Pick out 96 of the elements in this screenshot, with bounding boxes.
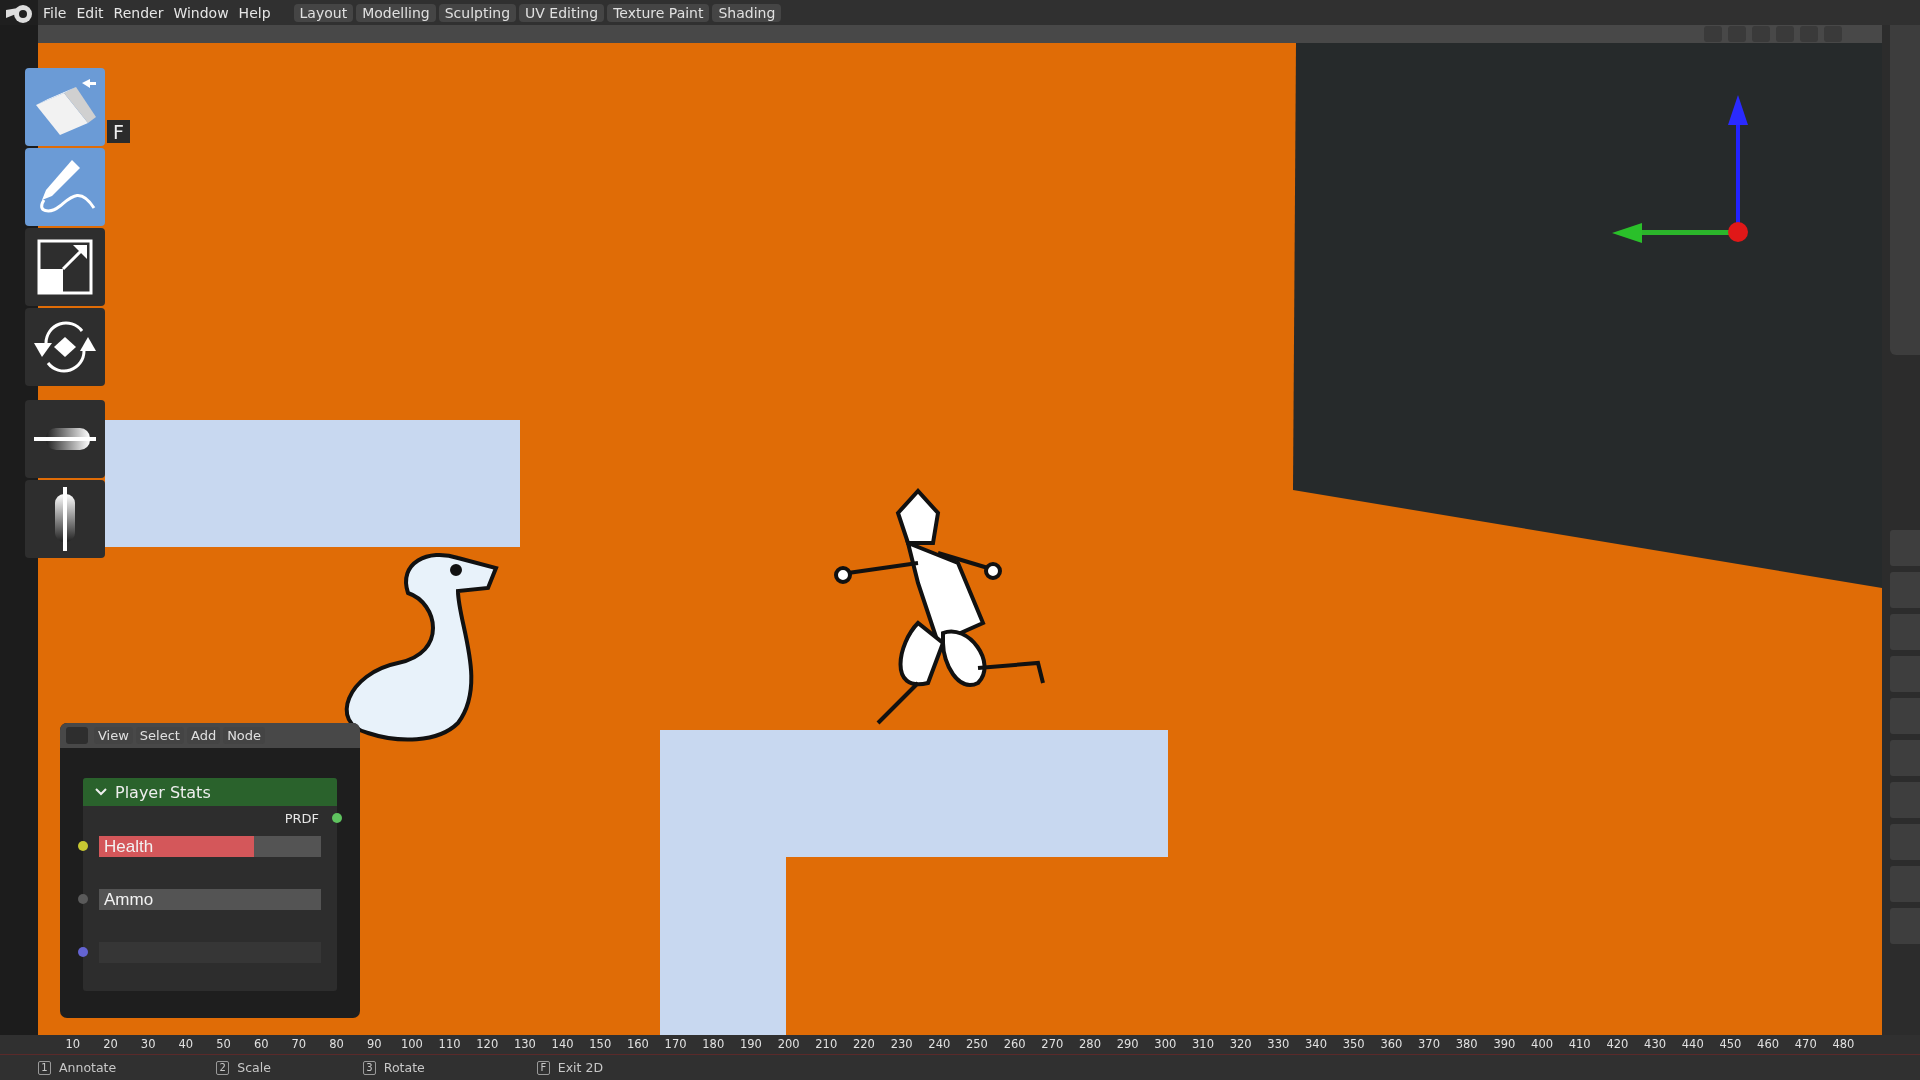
ruler-label: 230 — [889, 1036, 914, 1053]
ruler-label: 450 — [1718, 1036, 1743, 1053]
tool-button[interactable] — [25, 480, 105, 558]
ruler-label: 90 — [365, 1036, 383, 1053]
status-hint: Scale — [237, 1060, 271, 1075]
header-button[interactable] — [1800, 26, 1818, 42]
header-button[interactable] — [1704, 26, 1722, 42]
ruler-label: 20 — [102, 1036, 119, 1053]
menu-item[interactable]: Help — [233, 4, 276, 21]
menu-item[interactable]: Select — [135, 727, 184, 744]
ruler-label: 380 — [1454, 1036, 1479, 1053]
rotate-icon — [32, 319, 98, 375]
socket-dot[interactable] — [78, 841, 88, 851]
ruler-label: 140 — [550, 1036, 575, 1053]
key-hint: 3 — [362, 1060, 376, 1075]
input-field[interactable]: Ammo — [99, 889, 321, 910]
ruler-label: 210 — [814, 1036, 839, 1053]
ruler-label: 60 — [252, 1036, 270, 1053]
menu-item[interactable]: View — [94, 727, 133, 744]
ruler-label: 350 — [1341, 1036, 1366, 1053]
header-button[interactable] — [1824, 26, 1842, 42]
tool-button[interactable] — [25, 400, 105, 478]
status-hint: Rotate — [383, 1060, 425, 1075]
ruler-label: 300 — [1153, 1036, 1178, 1053]
workspace-tab[interactable]: UV Editing — [519, 3, 605, 22]
editor-type-button[interactable] — [66, 727, 88, 744]
ruler-label: 290 — [1115, 1036, 1140, 1053]
ruler-label: 200 — [776, 1036, 801, 1053]
ruler-label: 170 — [663, 1036, 688, 1053]
ruler-label: 130 — [512, 1036, 537, 1053]
ruler-label: 310 — [1191, 1036, 1215, 1053]
ruler-label: 470 — [1793, 1036, 1818, 1053]
vertical-slider-icon — [52, 486, 78, 552]
ruler-label: 80 — [328, 1036, 345, 1053]
tool-button[interactable] — [25, 228, 105, 306]
workspace-tab[interactable]: Texture Paint — [607, 3, 710, 22]
scale-icon — [37, 239, 93, 295]
ruler-label: 120 — [475, 1036, 500, 1053]
status-hint: Exit 2D — [557, 1060, 603, 1075]
ruler-label: 50 — [215, 1036, 232, 1053]
ruler-label: 270 — [1040, 1036, 1065, 1053]
ruler-label: 360 — [1379, 1036, 1404, 1053]
ruler-label: 460 — [1756, 1036, 1781, 1053]
workspace-tab[interactable]: Sculpting — [438, 3, 517, 22]
header-button[interactable] — [1752, 26, 1770, 42]
ruler-label: 370 — [1417, 1036, 1441, 1053]
key-hint: F — [536, 1060, 550, 1075]
ruler-label: 410 — [1567, 1036, 1592, 1053]
key-hint: 1 — [38, 1060, 51, 1075]
chevron-down-icon[interactable] — [95, 788, 107, 796]
workspace-tab[interactable]: Layout — [293, 3, 354, 22]
ruler-label: 340 — [1304, 1036, 1328, 1053]
ruler-label: 180 — [701, 1036, 726, 1053]
ruler-label: 250 — [965, 1036, 989, 1053]
ruler-label: 430 — [1643, 1036, 1668, 1053]
ruler-label: 480 — [1831, 1036, 1856, 1053]
value-slider[interactable]: Health — [99, 836, 321, 857]
menu-item[interactable]: Edit — [71, 4, 109, 21]
ruler-label: 110 — [437, 1036, 462, 1053]
ruler-label: 280 — [1078, 1036, 1102, 1053]
node-title: Player Stats — [115, 782, 211, 802]
socket-dot[interactable] — [78, 894, 88, 904]
menu-item[interactable]: Node — [223, 727, 266, 744]
shortcut-key: F — [107, 120, 130, 143]
ruler-label: 440 — [1680, 1036, 1705, 1053]
ruler-label: 160 — [625, 1036, 650, 1053]
ruler-label: 240 — [927, 1036, 952, 1053]
status-hint: Annotate — [59, 1060, 117, 1075]
ruler-label: 390 — [1492, 1036, 1517, 1053]
header-button[interactable] — [1728, 26, 1746, 42]
ruler-label: 190 — [738, 1036, 763, 1053]
socket-dot[interactable] — [332, 813, 342, 823]
ruler-label: 400 — [1530, 1036, 1554, 1053]
ruler-label: 100 — [399, 1036, 424, 1053]
horizontal-slider-icon — [32, 426, 98, 452]
menu-item[interactable]: Add — [186, 727, 221, 744]
tool-button[interactable] — [25, 308, 105, 386]
ruler-label: 330 — [1266, 1036, 1291, 1053]
menu-item[interactable]: Window — [168, 4, 234, 21]
key-hint: 2 — [216, 1060, 230, 1075]
ruler-label: 220 — [851, 1036, 876, 1053]
ruler-label: 420 — [1605, 1036, 1630, 1053]
ruler-label: 320 — [1228, 1036, 1253, 1053]
header-button[interactable] — [1776, 26, 1794, 42]
menu-item[interactable]: File — [38, 4, 72, 21]
ruler-label: 260 — [1002, 1036, 1027, 1053]
menu-item[interactable]: Render — [108, 4, 169, 21]
output-label: PRDF — [284, 810, 319, 826]
ruler-label: 40 — [177, 1036, 195, 1053]
workspace-tab[interactable]: Shading — [712, 3, 782, 22]
workspace-tab[interactable]: Modelling — [356, 3, 436, 22]
ruler-label: 150 — [588, 1036, 613, 1053]
ruler-label: 30 — [139, 1036, 157, 1053]
ruler-label: 10 — [64, 1036, 82, 1053]
socket-dot[interactable] — [78, 947, 88, 957]
ruler-label: 70 — [290, 1036, 308, 1053]
